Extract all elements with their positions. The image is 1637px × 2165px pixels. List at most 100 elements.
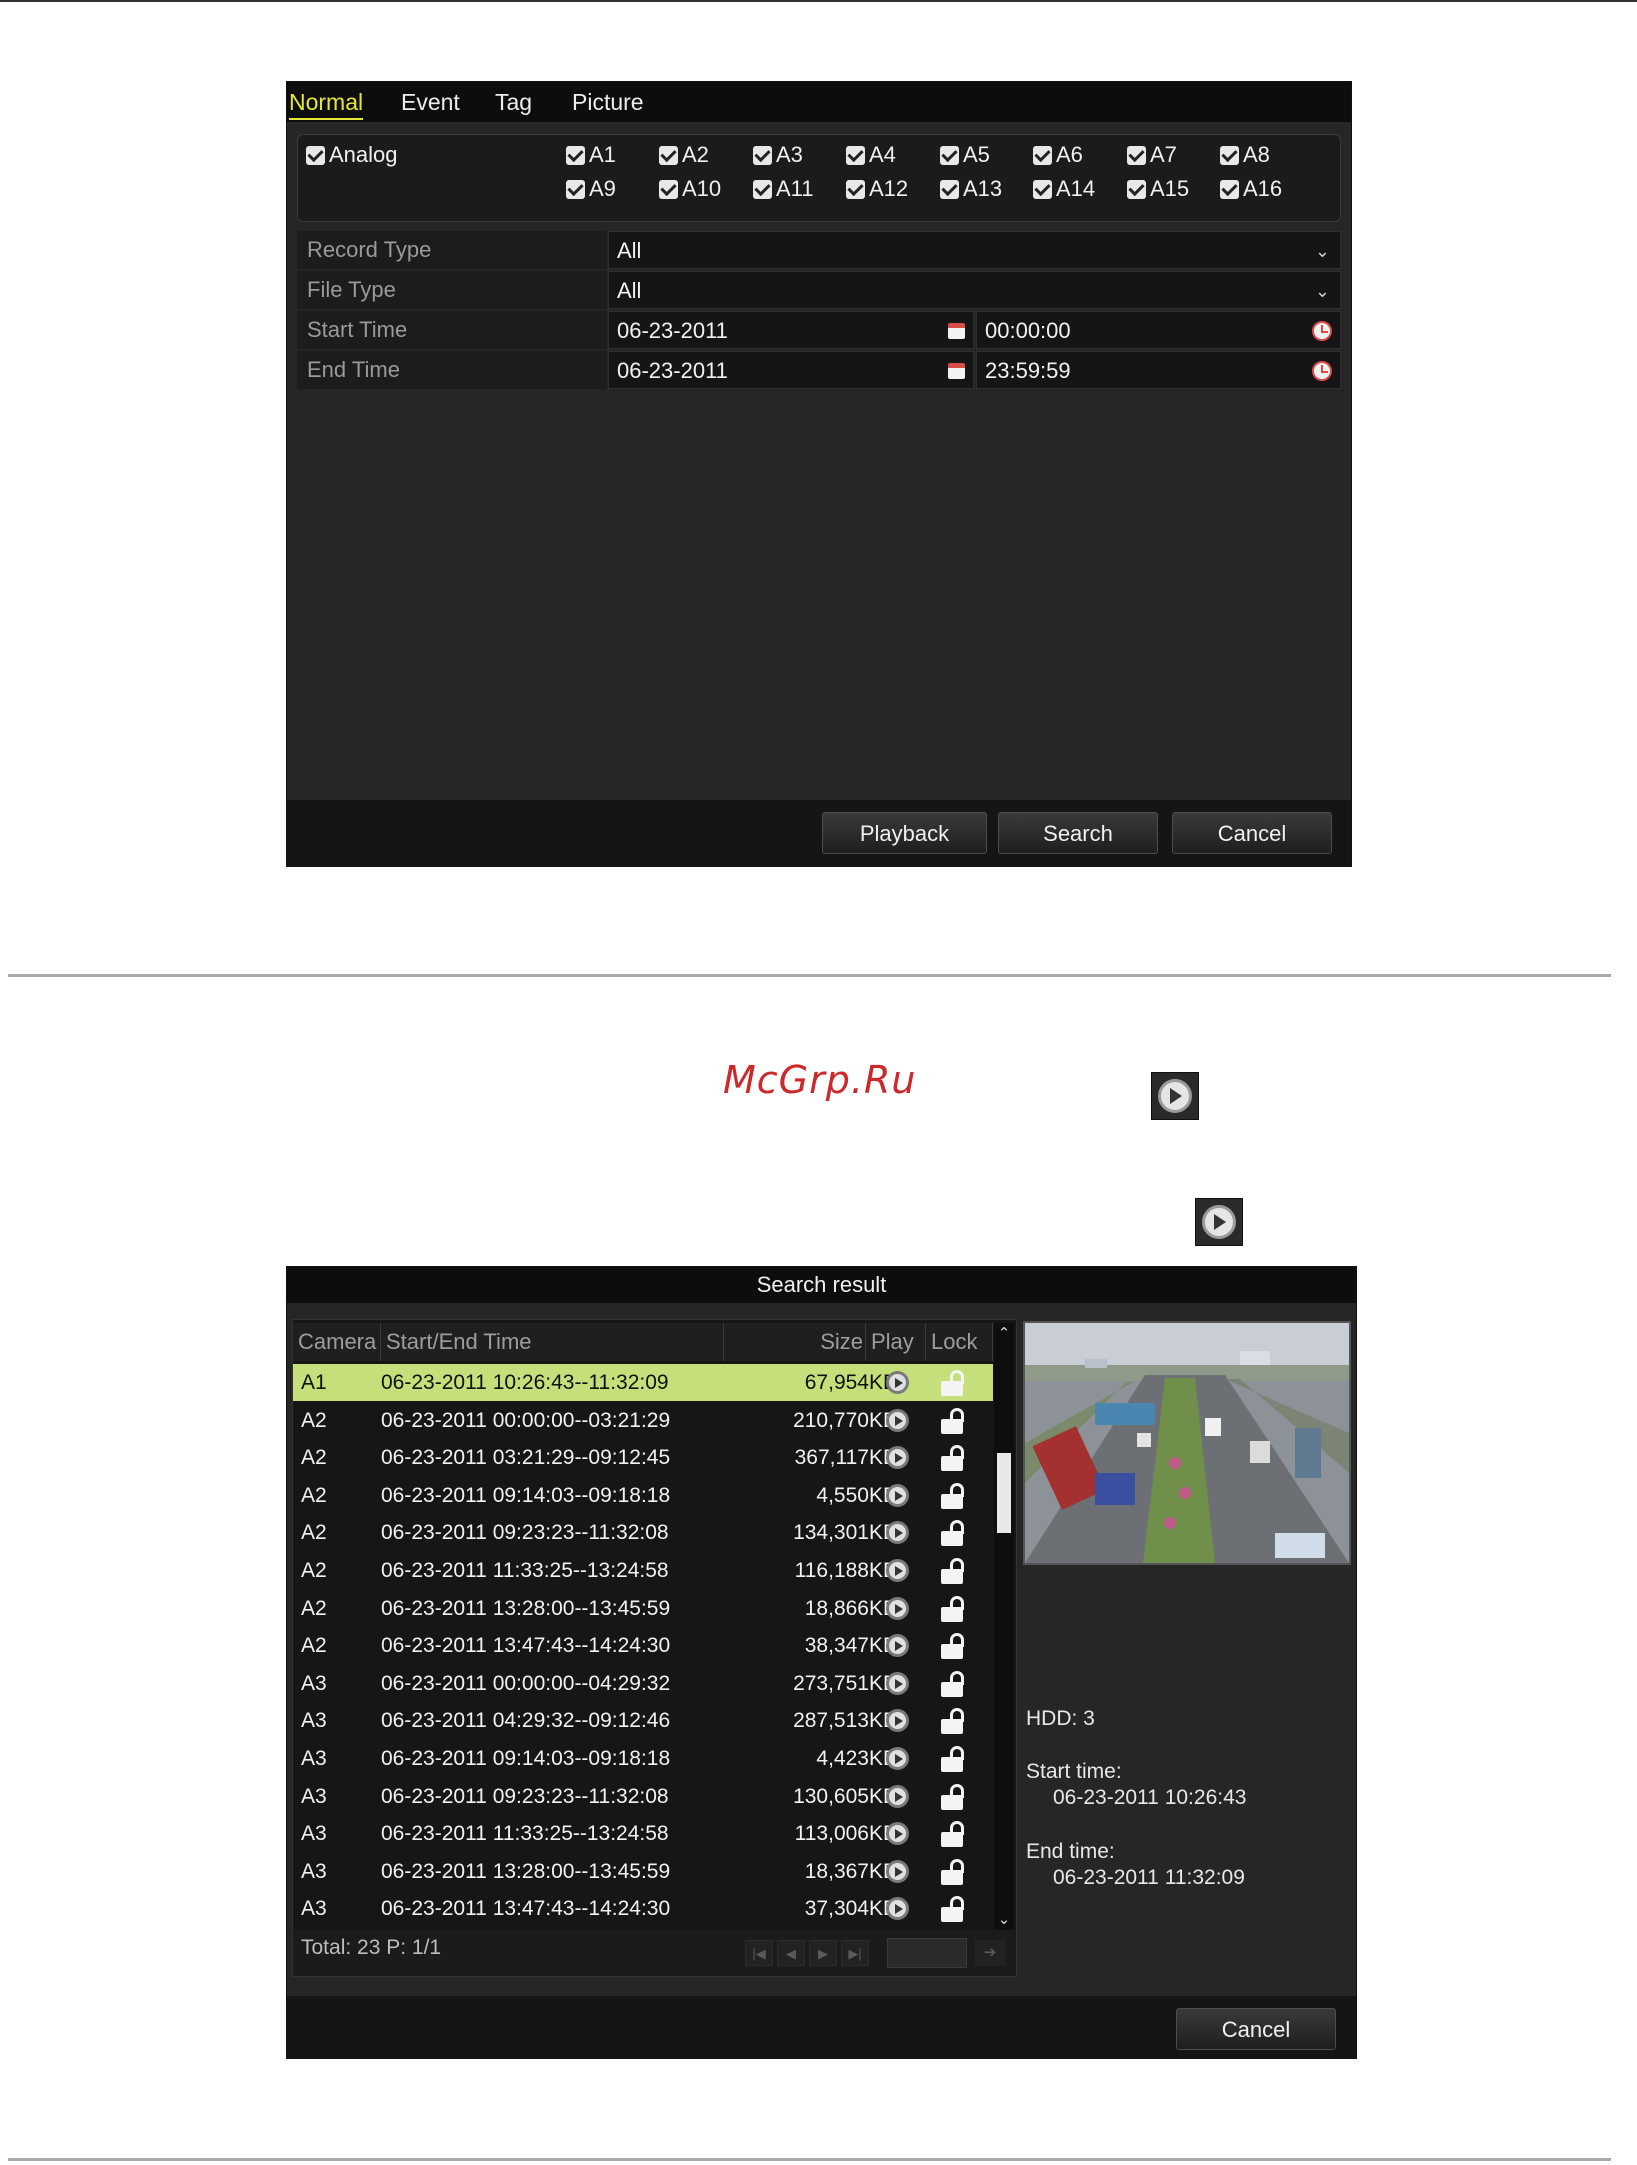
unlock-icon[interactable]	[941, 1783, 971, 1810]
unlock-icon[interactable]	[941, 1520, 971, 1547]
table-row[interactable]: A2 06-23-2011 13:47:43--14:24:30 38,347KB	[293, 1627, 993, 1664]
camera-checkbox-a1[interactable]: A1	[566, 141, 616, 169]
table-row[interactable]: A3 06-23-2011 04:29:32--09:12:46 287,513KB	[293, 1702, 993, 1739]
camera-checkbox-a14[interactable]: A14	[1033, 175, 1095, 203]
table-row[interactable]: A2 06-23-2011 11:33:25--13:24:58 116,188KB	[293, 1552, 993, 1589]
play-icon[interactable]	[886, 1559, 909, 1582]
checkbox-checked-icon	[659, 180, 678, 199]
checkbox-checked-icon	[1033, 146, 1052, 165]
camera-checkbox-a15[interactable]: A15	[1127, 175, 1189, 203]
unlock-icon[interactable]	[941, 1482, 971, 1509]
play-icon[interactable]	[886, 1709, 909, 1733]
camera-checkbox-a16[interactable]: A16	[1220, 175, 1282, 203]
play-icon[interactable]	[886, 1671, 909, 1695]
table-row[interactable]: A3 06-23-2011 09:23:23--11:32:08 130,605KB	[293, 1778, 993, 1815]
camera-checkbox-a5[interactable]: A5	[940, 141, 990, 169]
page-number-input[interactable]	[887, 1938, 967, 1968]
camera-checkbox-a9[interactable]: A9	[566, 175, 616, 203]
camera-checkbox-a13[interactable]: A13	[940, 175, 1002, 203]
last-page-icon[interactable]: ▶|	[841, 1940, 869, 1966]
tab-picture[interactable]: Picture	[572, 86, 644, 118]
camera-checkbox-a4[interactable]: A4	[846, 141, 896, 169]
prev-page-icon[interactable]: ◀	[777, 1940, 805, 1966]
clock-icon[interactable]	[1312, 321, 1332, 341]
table-row[interactable]: A2 06-23-2011 09:14:03--09:18:18 4,550KB	[293, 1477, 993, 1514]
scrollbar[interactable]: ⌃ ⌄	[994, 1323, 1014, 1931]
search-button[interactable]: Search	[998, 812, 1158, 854]
tab-event[interactable]: Event	[401, 86, 460, 118]
table-row[interactable]: A2 06-23-2011 09:23:23--11:32:08 134,301KB	[293, 1514, 993, 1551]
playback-button[interactable]: Playback	[822, 812, 987, 854]
tab-normal[interactable]: Normal	[289, 86, 364, 120]
table-row[interactable]: A1 06-23-2011 10:26:43--11:32:09 67,954KB	[293, 1364, 993, 1401]
play-icon[interactable]	[886, 1634, 909, 1658]
unlock-icon[interactable]	[941, 1370, 971, 1396]
play-icon[interactable]	[886, 1596, 909, 1620]
table-row[interactable]: A3 06-23-2011 11:33:25--13:24:58 113,006KB	[293, 1815, 993, 1852]
play-icon[interactable]	[886, 1784, 909, 1808]
next-page-icon[interactable]: ▶	[809, 1940, 837, 1966]
tab-tag[interactable]: Tag	[495, 86, 532, 118]
table-row[interactable]: A2 06-23-2011 00:00:00--03:21:29 210,770KB	[293, 1402, 993, 1439]
play-icon[interactable]	[886, 1521, 909, 1545]
unlock-icon[interactable]	[941, 1821, 971, 1848]
unlock-icon[interactable]	[941, 1708, 971, 1735]
start-time-field[interactable]: 00:00:00	[976, 311, 1341, 349]
play-icon[interactable]	[886, 1483, 909, 1507]
end-date-field[interactable]: 06-23-2011	[608, 351, 974, 389]
clock-icon[interactable]	[1312, 361, 1332, 381]
go-arrow-icon[interactable]: ➔	[975, 1940, 1005, 1966]
play-icon[interactable]	[886, 1747, 909, 1770]
checkbox-checked-icon	[940, 180, 959, 199]
play-icon[interactable]	[886, 1897, 909, 1921]
table-row[interactable]: A2 06-23-2011 03:21:29--09:12:45 367,117KB	[293, 1439, 993, 1476]
result-cancel-button[interactable]: Cancel	[1176, 2008, 1336, 2050]
table-row[interactable]: A3 06-23-2011 00:00:00--04:29:32 273,751KB	[293, 1665, 993, 1702]
column-time[interactable]: Start/End Time	[381, 1323, 724, 1361]
analog-checkbox[interactable]: Analog	[306, 141, 398, 169]
first-page-icon[interactable]: |◀	[745, 1940, 773, 1966]
camera-label: A4	[869, 142, 896, 167]
camera-checkbox-a11[interactable]: A11	[753, 175, 814, 203]
column-camera[interactable]: Camera	[293, 1323, 381, 1361]
row-time: 06-23-2011 13:28:00--13:45:59	[381, 1596, 671, 1620]
unlock-icon[interactable]	[941, 1746, 971, 1772]
table-row[interactable]: A3 06-23-2011 13:47:43--14:24:30 37,304KB	[293, 1890, 993, 1927]
table-row[interactable]: A3 06-23-2011 09:14:03--09:18:18 4,423KB	[293, 1740, 993, 1777]
camera-checkbox-a3[interactable]: A3	[753, 141, 803, 169]
unlock-icon[interactable]	[941, 1896, 971, 1923]
scroll-thumb[interactable]	[997, 1453, 1011, 1533]
table-row[interactable]: A3 06-23-2011 13:28:00--13:45:59 18,367KB	[293, 1853, 993, 1890]
scroll-down-icon[interactable]: ⌄	[994, 1909, 1014, 1931]
play-icon[interactable]	[886, 1859, 909, 1883]
unlock-icon[interactable]	[941, 1558, 971, 1584]
row-camera: A2	[301, 1408, 327, 1432]
camera-checkbox-a2[interactable]: A2	[659, 141, 709, 169]
unlock-icon[interactable]	[941, 1633, 971, 1660]
camera-checkbox-a10[interactable]: A10	[659, 175, 721, 203]
camera-checkbox-a12[interactable]: A12	[846, 175, 908, 203]
unlock-icon[interactable]	[941, 1670, 971, 1697]
record-type-dropdown[interactable]: All ⌄	[608, 231, 1341, 269]
play-icon[interactable]	[886, 1446, 909, 1470]
unlock-icon[interactable]	[941, 1595, 971, 1622]
camera-checkbox-a7[interactable]: A7	[1127, 141, 1177, 169]
unlock-icon[interactable]	[941, 1407, 971, 1434]
unlock-icon[interactable]	[941, 1445, 971, 1472]
row-camera: A3	[301, 1859, 327, 1883]
end-time-field[interactable]: 23:59:59	[976, 351, 1341, 389]
play-icon[interactable]	[886, 1822, 909, 1846]
column-size[interactable]: Size	[724, 1323, 866, 1361]
file-type-dropdown[interactable]: All ⌄	[608, 271, 1341, 309]
table-row[interactable]: A2 06-23-2011 13:28:00--13:45:59 18,866KB	[293, 1590, 993, 1627]
cancel-button[interactable]: Cancel	[1172, 812, 1332, 854]
camera-checkbox-a8[interactable]: A8	[1220, 141, 1270, 169]
play-icon[interactable]	[886, 1408, 909, 1432]
camera-checkbox-a6[interactable]: A6	[1033, 141, 1083, 169]
start-date-field[interactable]: 06-23-2011	[608, 311, 974, 349]
play-icon[interactable]	[886, 1371, 909, 1394]
calendar-icon[interactable]	[948, 323, 965, 339]
calendar-icon[interactable]	[948, 363, 965, 379]
scroll-up-icon[interactable]: ⌃	[994, 1323, 1014, 1345]
unlock-icon[interactable]	[941, 1858, 971, 1885]
